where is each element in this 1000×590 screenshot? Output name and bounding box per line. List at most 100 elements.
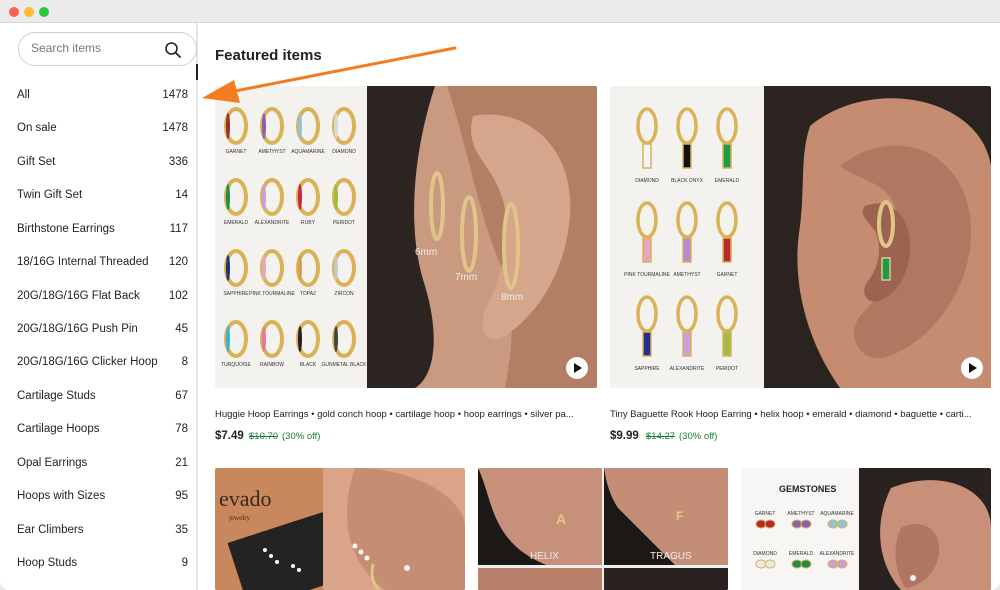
sidebar-item-cartilage-hoops[interactable]: Cartilage Hoops 78: [17, 420, 188, 440]
listing-title[interactable]: Tiny Baguette Rook Hoop Earring • helix …: [610, 409, 991, 420]
sidebar-item-all[interactable]: All 1478: [17, 86, 188, 106]
gem-label: PERIDOT: [333, 220, 355, 226]
play-video-icon[interactable]: [566, 357, 588, 379]
sidebar-item-flat-back[interactable]: 20G/18G/16G Flat Back 102: [17, 287, 188, 307]
gem-label: TOPAZ: [300, 291, 316, 297]
category-label: 20G/18G/16G Push Pin: [17, 323, 138, 335]
play-video-icon[interactable]: [961, 357, 983, 379]
gemstone-image: [800, 519, 812, 529]
gem-label: EMERALD: [224, 220, 249, 226]
hoop-stone: [226, 113, 230, 139]
listing-title[interactable]: Huggie Hoop Earrings • gold conch hoop •…: [215, 409, 597, 420]
gem-label: AQUAMARINE: [291, 149, 325, 155]
sidebar-item-hoop-studs[interactable]: Hoop Studs 9: [17, 554, 188, 574]
gem-label: AMETHYST: [258, 149, 285, 155]
hoop-stone: [334, 255, 338, 281]
hoop-stone: [298, 255, 302, 281]
gem-label: SAPPHIRE: [634, 366, 660, 372]
gem-label: ALEXANDRITE: [255, 220, 290, 226]
svg-text:F: F: [676, 509, 683, 523]
gem-label: BLACK ONYX: [671, 178, 704, 184]
gemstone-image: [800, 559, 812, 569]
category-label: Opal Earrings: [17, 457, 88, 469]
listing-image-ear-climber[interactable]: evado jewelry: [215, 468, 465, 590]
category-label: 20G/18G/16G Clicker Hoop: [17, 356, 158, 368]
gemstone-label: DIAMOND: [753, 551, 777, 557]
gem-label: RAINBOW: [260, 362, 284, 368]
category-count: 8: [181, 356, 188, 368]
baguette-stone: [722, 331, 732, 357]
gem-label: DIAMOND: [332, 149, 356, 155]
category-count: 67: [175, 390, 188, 402]
gem-label: GARNET: [226, 149, 247, 155]
gemstone-image: [764, 559, 776, 569]
gem-label: TURQUOISE: [221, 362, 251, 368]
hoop-stone: [226, 326, 230, 352]
gemstone-label: EMERALD: [789, 551, 814, 557]
listing-original-price: $10.70: [249, 431, 279, 442]
sidebar-item-on-sale[interactable]: On sale 1478: [17, 119, 188, 139]
hoop-stone: [298, 113, 302, 139]
brand-subtext: jewelry: [228, 514, 250, 522]
hoop-stone: [262, 184, 266, 210]
category-label: Twin Gift Set: [17, 189, 83, 201]
baguette-stone: [642, 331, 652, 357]
sidebar-item-opal-earrings[interactable]: Opal Earrings 21: [17, 454, 188, 474]
baguette-stone: [722, 237, 732, 263]
category-count: 14: [175, 189, 188, 201]
zoom-window-button[interactable]: [39, 7, 49, 17]
hoop-stone: [298, 184, 302, 210]
sidebar-item-ear-climbers[interactable]: Ear Climbers 35: [17, 521, 188, 541]
gemstone-label: AQUAMARINE: [820, 511, 854, 517]
category-label: Cartilage Studs: [17, 390, 96, 402]
hoop-stone: [298, 326, 302, 352]
size-label: 8mm: [501, 292, 523, 303]
listing-discount: (30% off): [282, 431, 321, 442]
sidebar-item-cartilage-studs[interactable]: Cartilage Studs 67: [17, 387, 188, 407]
listing-image-huggie-hoops[interactable]: GARNET AMETHYST AQUAMARINE DIAMOND EMERALD AL…: [215, 86, 597, 388]
category-label: Hoops with Sizes: [17, 490, 106, 502]
listing-price: $7.49: [215, 430, 244, 442]
baguette-stone: [682, 237, 692, 263]
baguette-stone: [682, 331, 692, 357]
gem-label: BLACK: [300, 362, 317, 368]
gem-label: GARNET: [717, 272, 738, 278]
sidebar-item-gift-set[interactable]: Gift Set 336: [17, 153, 188, 173]
listing-image-gemstones[interactable]: GEMSTONES GARNET AMETHYST AQUAMARINE DIAMON…: [741, 468, 991, 590]
close-window-button[interactable]: [9, 7, 19, 17]
brand-text: evado: [219, 486, 272, 511]
hoop-stone: [226, 255, 230, 281]
category-count: 102: [168, 290, 188, 302]
gemstones-title: GEMSTONES: [779, 484, 836, 494]
hoop-stone: [226, 184, 230, 210]
hoop-stone: [334, 326, 338, 352]
product-photo: DIAMOND BLACK ONYX EMERALDPINK TOURMALINE A…: [610, 86, 991, 388]
sidebar-item-twin-gift-set[interactable]: Twin Gift Set 14: [17, 186, 188, 206]
gemstone-label: ALEXANDRITE: [820, 551, 855, 557]
gem-label: ZIRCON: [334, 291, 354, 297]
category-label: Hoop Studs: [17, 557, 78, 569]
gemstone-image: [836, 519, 848, 529]
listing-image-helix-tragus[interactable]: A F HELIX TRAGUS: [478, 468, 728, 590]
category-count: 120: [168, 256, 188, 268]
listing-image-baguette-rook[interactable]: DIAMOND BLACK ONYX EMERALD PINK TOURMALINE A…: [610, 86, 991, 388]
listing-price: $9.99: [610, 430, 639, 442]
category-count: 21: [175, 457, 188, 469]
product-photo: GEMSTONES GARNET AMETHYST AQUAMARINE DIAMON…: [741, 468, 991, 590]
title-bar: [0, 0, 1000, 23]
sidebar-item-internal-threaded[interactable]: 18/16G Internal Threaded 120: [17, 253, 188, 273]
sidebar-item-hoops-with-sizes[interactable]: Hoops with Sizes 95: [17, 487, 188, 507]
minimize-window-button[interactable]: [24, 7, 34, 17]
sidebar-item-birthstone-earrings[interactable]: Birthstone Earrings 117: [17, 220, 188, 240]
gem-label: SAPPHIRE: [223, 291, 249, 297]
sidebar-item-push-pin[interactable]: 20G/18G/16G Push Pin 45: [17, 320, 188, 340]
search-icon[interactable]: [164, 41, 182, 59]
baguette-stone: [682, 143, 692, 169]
baguette-stone: [642, 237, 652, 263]
category-label: All: [17, 89, 30, 101]
search-input[interactable]: [31, 41, 161, 55]
gem-label: AMETHYST: [673, 272, 700, 278]
hoop-stone: [262, 326, 266, 352]
category-count: 1478: [162, 89, 188, 101]
sidebar-item-clicker-hoop[interactable]: 20G/18G/16G Clicker Hoop 8: [17, 353, 188, 373]
